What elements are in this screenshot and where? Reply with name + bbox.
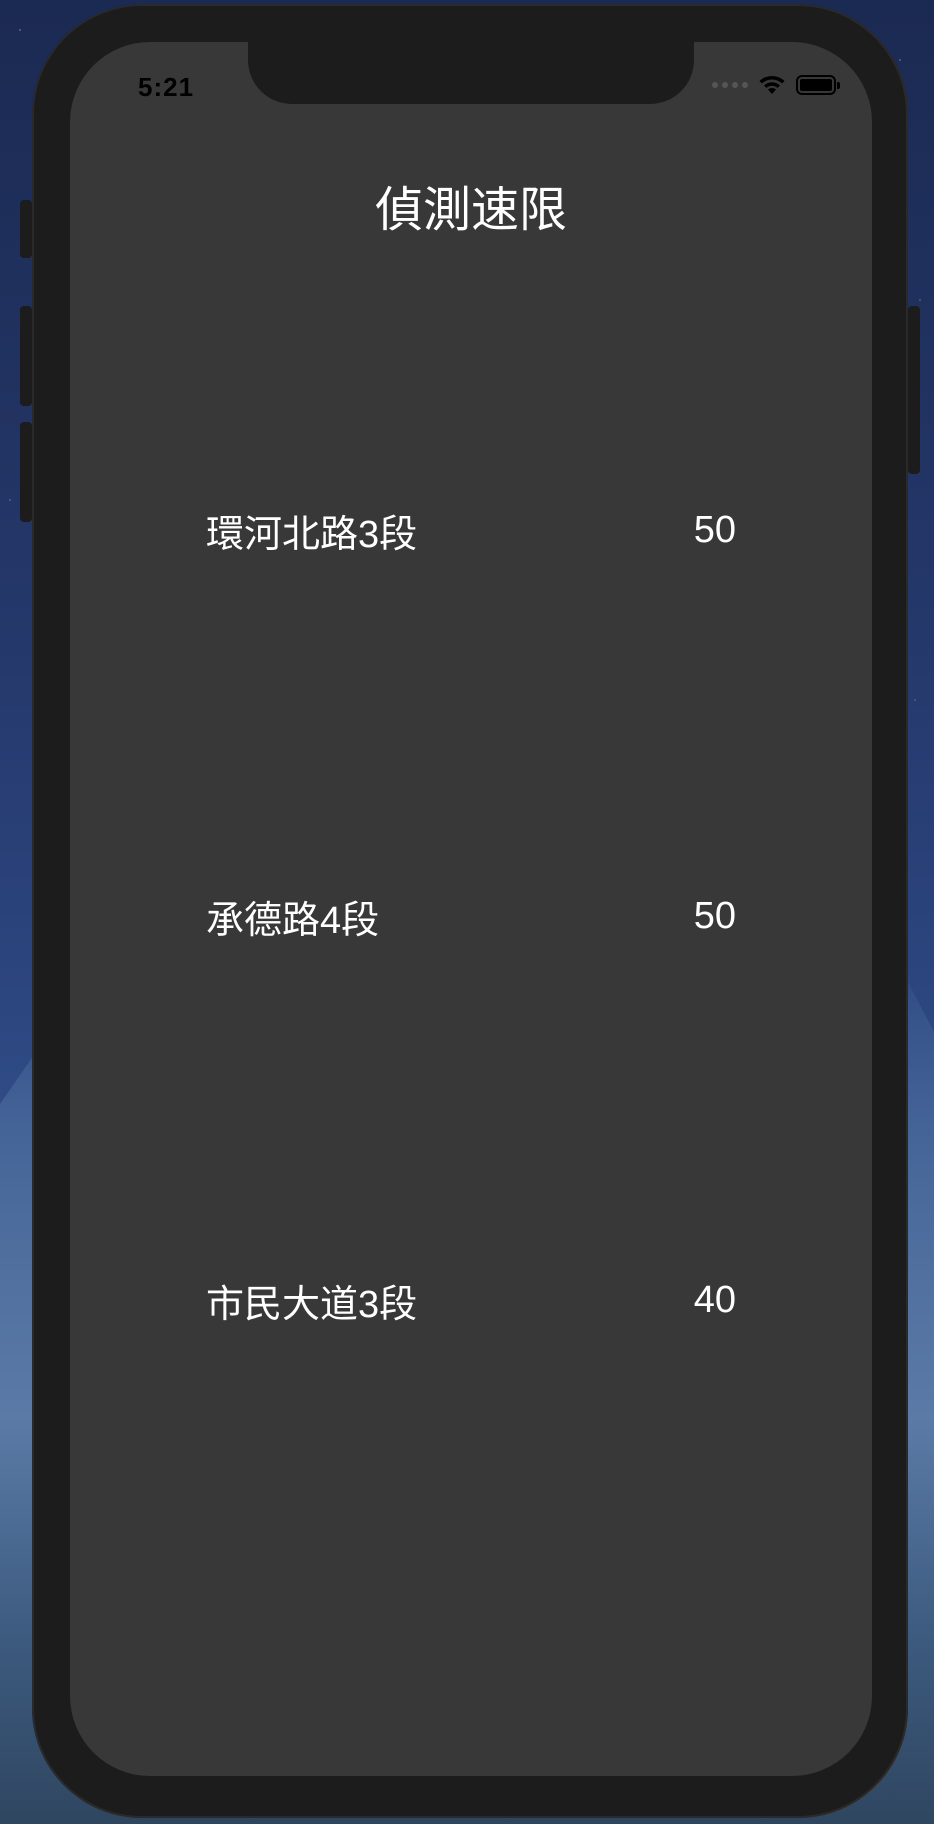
battery-icon — [796, 75, 840, 95]
status-time: 5:21 — [138, 72, 195, 102]
device-screen-container: 5:21 偵測速限 環河北路3段 50 承德路4段 50 市民大道3段 40 — [32, 4, 908, 1818]
list-item: 環河北路3段 50 — [206, 500, 736, 560]
page-title: 偵測速限 — [374, 184, 567, 237]
speed-limit: 50 — [693, 508, 736, 551]
road-name: 市民大道3段 — [206, 1283, 418, 1326]
speed-limit: 40 — [693, 1278, 736, 1321]
cellular-signal-icon — [712, 82, 748, 88]
volume-up-button — [20, 306, 32, 406]
list-item: 市民大道3段 40 — [206, 1270, 736, 1330]
wifi-icon — [759, 75, 785, 94]
road-name: 承德路4段 — [206, 899, 380, 942]
speed-limit: 50 — [693, 894, 736, 937]
status-indicators — [712, 74, 840, 96]
power-button — [908, 306, 920, 474]
app-screen: 5:21 偵測速限 環河北路3段 50 承德路4段 50 市民大道3段 40 — [70, 42, 872, 1776]
road-name: 環河北路3段 — [206, 513, 418, 556]
notch — [248, 42, 694, 104]
mute-switch — [20, 200, 32, 258]
volume-down-button — [20, 422, 32, 522]
list-item: 承德路4段 50 — [206, 886, 736, 946]
